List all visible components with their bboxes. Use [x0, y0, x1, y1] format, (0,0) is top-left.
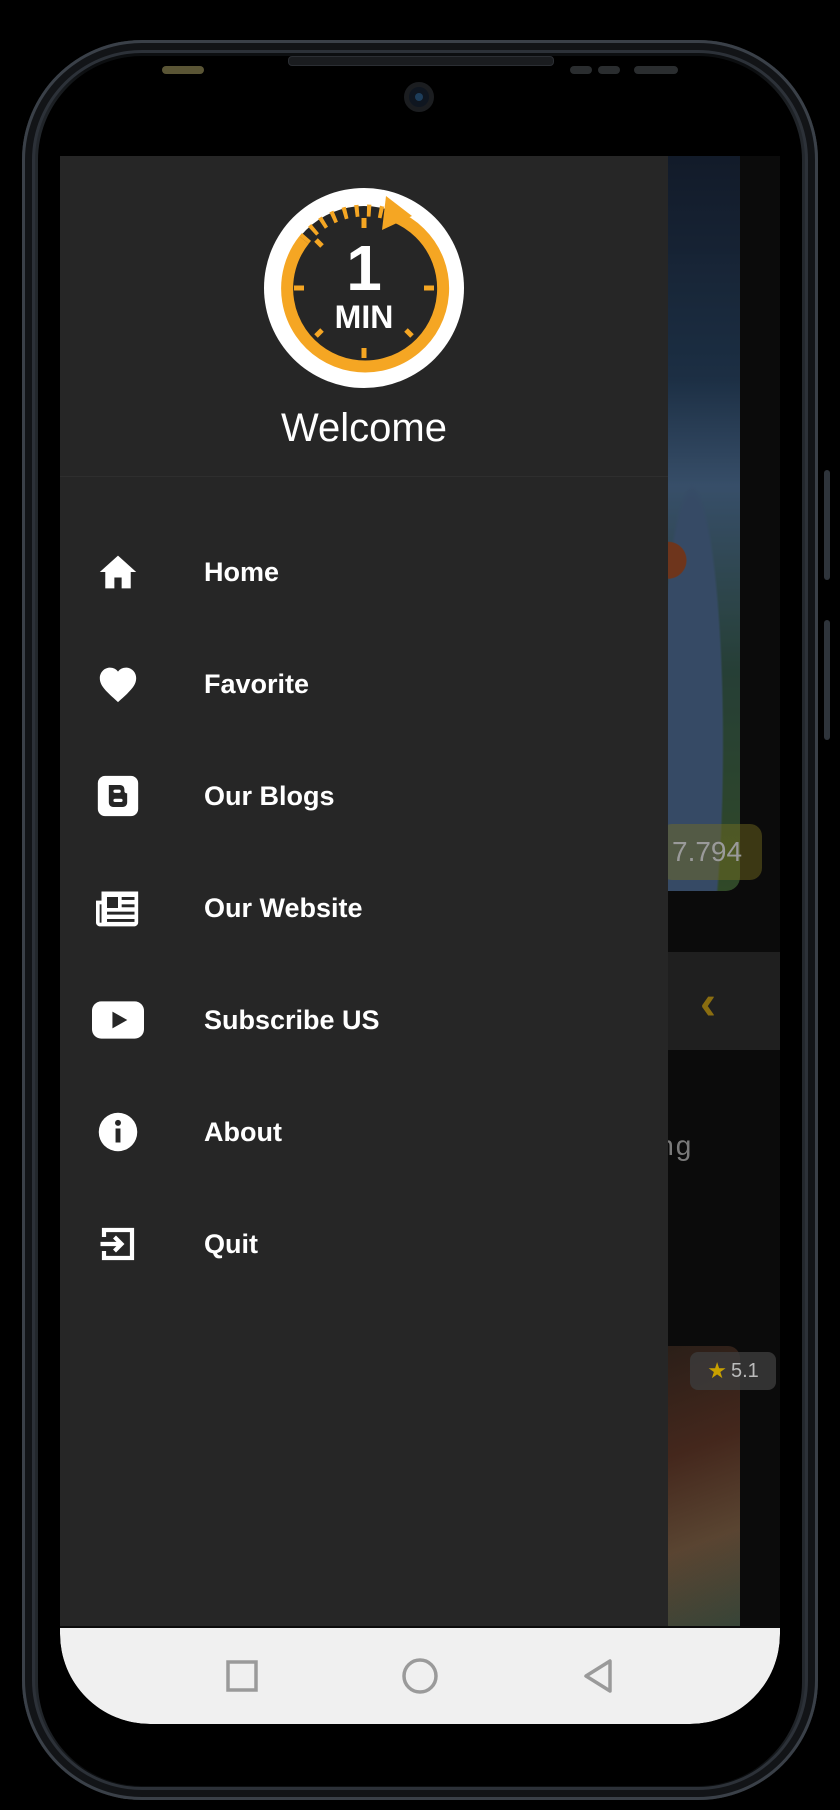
youtube-icon — [92, 994, 144, 1046]
square-icon — [226, 1660, 258, 1692]
drawer-menu: Home Favorite Our Blogs Our Website Subs… — [60, 516, 668, 1300]
menu-item-our-website[interactable]: Our Website — [60, 852, 668, 964]
menu-item-home[interactable]: Home — [60, 516, 668, 628]
menu-item-label: Our Blogs — [204, 780, 335, 811]
menu-item-our-blogs[interactable]: Our Blogs — [60, 740, 668, 852]
back-button[interactable] — [578, 1656, 618, 1696]
circle-icon — [402, 1658, 438, 1694]
menu-item-label: Home — [204, 556, 280, 587]
menu-item-subscribe-us[interactable]: Subscribe US — [60, 964, 668, 1076]
menu-item-label: Favorite — [204, 668, 310, 699]
menu-item-label: Subscribe US — [204, 1004, 380, 1035]
welcome-title: Welcome — [281, 406, 447, 450]
menu-item-quit[interactable]: Quit — [60, 1188, 668, 1300]
logo-unit: MIN — [335, 299, 394, 335]
app-logo: 1 MIN — [264, 188, 464, 388]
rating-value: 5.1 — [730, 1359, 759, 1382]
recents-button[interactable] — [222, 1656, 262, 1696]
sensor-left — [162, 66, 204, 74]
menu-item-about[interactable]: About — [60, 1076, 668, 1188]
back-triangle-icon — [584, 1659, 612, 1693]
menu-item-label: Quit — [204, 1228, 258, 1259]
earpiece-speaker — [288, 56, 554, 66]
chevron-left-icon: ‹ — [700, 977, 716, 1030]
rating-badge: ★ 5.1 — [690, 1352, 776, 1390]
front-camera — [404, 82, 434, 112]
rating-value: 7.794 — [672, 836, 743, 867]
menu-item-label: About — [204, 1116, 282, 1147]
volume-button — [824, 470, 830, 580]
system-navigation-bar — [60, 1628, 780, 1724]
navigation-drawer: 1 MIN Welcome Home Favorite Our Blogs Ou… — [60, 156, 668, 1626]
menu-item-favorite[interactable]: Favorite — [60, 628, 668, 740]
menu-item-label: Our Website — [204, 892, 363, 923]
logo-number: 1 — [346, 232, 382, 304]
sensor — [570, 66, 592, 74]
heart-icon — [92, 658, 144, 710]
star-icon: ★ — [707, 1358, 727, 1383]
power-button — [824, 620, 830, 740]
exit-icon — [92, 1218, 144, 1270]
screen: 7.794 ‹ ing ★ 5.1 1 MIN Welcome Home Fav… — [60, 156, 780, 1724]
drawer-header: 1 MIN Welcome — [60, 156, 668, 477]
newspaper-icon — [92, 882, 144, 934]
sensor — [634, 66, 678, 74]
info-icon — [92, 1106, 144, 1158]
home-icon — [92, 546, 144, 598]
home-button[interactable] — [400, 1656, 440, 1696]
blogger-icon — [92, 770, 144, 822]
sensor — [598, 66, 620, 74]
